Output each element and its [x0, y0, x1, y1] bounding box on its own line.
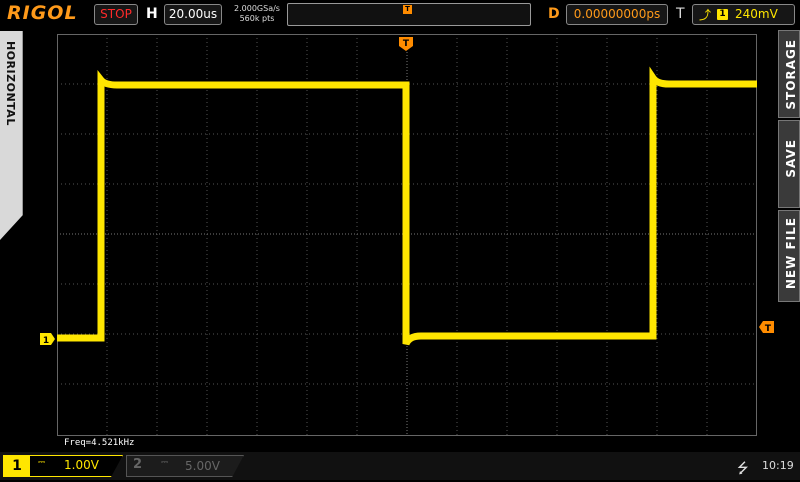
bottom-status-bar: 1 ⎓ 1.00V 2 ⎓ 5.00V ⭍ 10:19 — [0, 452, 800, 480]
channel-2-scale: 5.00V — [185, 459, 220, 473]
new-file-label: NEW FILE — [784, 217, 798, 290]
trigger-position-marker-text: T — [403, 39, 410, 49]
dc-coupling-icon: ⎓ — [38, 458, 46, 468]
trigger-position-marker-icon: T — [399, 37, 413, 51]
usb-icon: ⭍ — [737, 461, 749, 477]
top-status-bar: RIGOL STOP H 20.00us 2.000GSa/s 560k pts… — [0, 0, 800, 30]
trigger-position-marker-icon: T — [403, 5, 412, 14]
memory-waveform-preview — [292, 14, 528, 19]
trigger-level: 240mV — [735, 7, 778, 21]
memory-depth: 560k pts — [239, 14, 275, 23]
timebase-value[interactable]: 20.00us — [164, 4, 222, 25]
trigger-settings[interactable]: ⤴ 1 240mV — [692, 4, 795, 25]
save-label: SAVE — [784, 139, 798, 178]
memory-overview[interactable]: T — [287, 3, 531, 26]
new-file-menu-button[interactable]: NEW FILE — [778, 210, 800, 302]
sample-rate: 2.000GSa/s — [234, 4, 280, 13]
dc-coupling-icon: ⎓ — [161, 458, 169, 468]
trigger-level-marker-icon[interactable]: T — [758, 321, 774, 333]
trigger-level-marker-text: T — [765, 324, 772, 333]
channel-2-tab[interactable]: 2 ⎓ 5.00V — [126, 455, 244, 477]
horizontal-menu-label: HORIZONTAL — [4, 41, 17, 126]
channel-2-number: 2 — [133, 457, 143, 472]
delay-value[interactable]: 0.00000000ps — [566, 4, 668, 25]
trigger-source: 1 — [717, 9, 728, 20]
horizontal-label: H — [146, 6, 158, 22]
delay-label: D — [548, 6, 560, 22]
run-stop-status[interactable]: STOP — [94, 4, 138, 25]
storage-menu: STORAGE SAVE NEW FILE — [778, 30, 800, 302]
trigger-label: T — [676, 6, 685, 22]
storage-label: STORAGE — [784, 39, 798, 110]
rising-edge-icon: ⤴ — [699, 8, 712, 22]
frequency-measurement: Freq=4.521kHz — [64, 438, 135, 448]
waveform-display[interactable] — [57, 34, 757, 436]
sample-info: 2.000GSa/s 560k pts — [229, 4, 285, 24]
brand-logo: RIGOL — [7, 2, 78, 24]
channel-1-number: 1 — [4, 456, 30, 476]
channel-1-tab[interactable]: 1 ⎓ 1.00V — [3, 455, 123, 477]
ch1-waveform — [57, 66, 757, 346]
channel-1-scale: 1.00V — [64, 458, 99, 472]
save-menu-button[interactable]: SAVE — [778, 120, 800, 208]
storage-menu-button[interactable]: STORAGE — [778, 30, 800, 118]
ch1-ground-marker-text: 1 — [43, 336, 49, 345]
ch1-ground-marker-icon[interactable]: 1 — [40, 333, 56, 345]
horizontal-menu-tab[interactable]: HORIZONTAL — [0, 31, 23, 240]
system-clock: 10:19 — [762, 459, 794, 472]
